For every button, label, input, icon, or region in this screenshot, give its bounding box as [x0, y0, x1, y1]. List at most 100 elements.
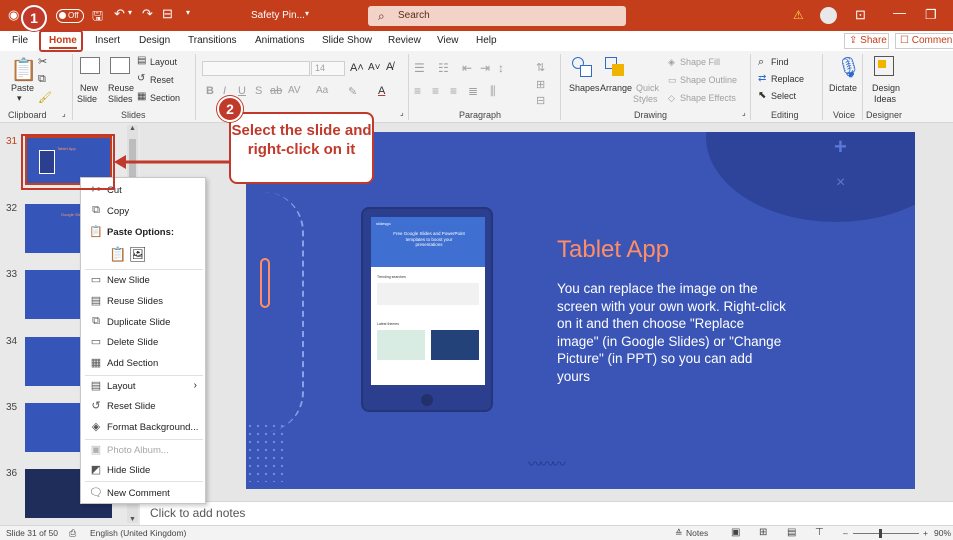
layout-label[interactable]: Layout: [150, 57, 177, 67]
bullets-icon[interactable]: ☰: [414, 61, 425, 75]
select-icon[interactable]: ⬉: [758, 90, 766, 101]
change-case-icon[interactable]: Aa: [316, 85, 328, 96]
undo-dropdown-icon[interactable]: ▾: [128, 8, 132, 17]
align-left-icon[interactable]: ≡: [414, 84, 421, 98]
shape-outline-icon[interactable]: ▭: [668, 75, 677, 86]
menu-item-reset-slide[interactable]: ↺ Reset Slide: [81, 396, 205, 416]
slide-title[interactable]: Tablet App: [557, 236, 669, 264]
find-icon[interactable]: ⌕: [758, 56, 764, 69]
redo-icon[interactable]: ↷: [142, 6, 153, 22]
main-slide[interactable]: + × slidesgo Free Google Slides and Powe…: [246, 132, 915, 489]
shape-outline-label[interactable]: Shape Outline: [680, 75, 737, 85]
bold-icon[interactable]: B: [206, 85, 214, 97]
clear-format-icon[interactable]: A̸: [386, 61, 393, 73]
font-launcher-icon[interactable]: ⌟: [400, 108, 404, 117]
align-text-icon[interactable]: ⊞: [536, 78, 545, 91]
menu-item-reuse-slides[interactable]: ▤ Reuse Slides: [81, 291, 205, 311]
slide-body-text[interactable]: You can replace the image on the screen …: [557, 280, 787, 385]
cut-icon[interactable]: ✂: [38, 55, 47, 68]
ribbon-display-icon[interactable]: ⊡: [855, 7, 866, 23]
tab-review[interactable]: Review: [388, 35, 421, 46]
copy-icon[interactable]: ⧉: [38, 73, 46, 86]
notes-toggle[interactable]: Notes: [686, 528, 708, 538]
paste-button-label[interactable]: Paste: [11, 83, 34, 93]
italic-icon[interactable]: I: [223, 85, 226, 97]
share-button[interactable]: ⇪ Share: [844, 33, 889, 49]
numbering-icon[interactable]: ☷: [438, 61, 449, 75]
quick-styles-label-1[interactable]: Quick: [636, 83, 659, 93]
shape-fill-label[interactable]: Shape Fill: [680, 57, 720, 67]
menu-item-delete-slide[interactable]: ▭ Delete Slide: [81, 332, 205, 352]
tab-help[interactable]: Help: [476, 35, 497, 46]
replace-icon[interactable]: ⇄: [758, 73, 766, 84]
highlight-icon[interactable]: ✎: [348, 85, 357, 98]
tab-view[interactable]: View: [437, 35, 459, 46]
new-slide-label-1[interactable]: New: [80, 83, 98, 93]
tab-animations[interactable]: Animations: [255, 35, 304, 46]
zoom-out-icon[interactable]: –: [843, 528, 848, 538]
shape-effects-icon[interactable]: ◇: [668, 93, 675, 104]
menu-item-duplicate-slide[interactable]: ⧉ Duplicate Slide: [81, 312, 205, 332]
menu-item-hide-slide[interactable]: ◩ Hide Slide: [81, 460, 205, 480]
find-label[interactable]: Find: [771, 57, 789, 67]
normal-view-icon[interactable]: ▣: [731, 527, 740, 538]
shadow-icon[interactable]: S: [255, 85, 262, 97]
font-name-select[interactable]: [202, 61, 310, 76]
grow-font-icon[interactable]: A˄: [350, 62, 364, 74]
save-icon[interactable]: 🖫: [92, 7, 103, 29]
font-size-select[interactable]: 14: [311, 61, 345, 76]
select-label[interactable]: Select: [771, 91, 796, 101]
undo-icon[interactable]: ↶: [114, 6, 125, 22]
zoom-slider-thumb[interactable]: [879, 529, 882, 538]
document-title[interactable]: Safety Pin...: [251, 10, 305, 21]
menu-item-new-slide[interactable]: ▭ New Slide: [81, 270, 205, 290]
layout-icon[interactable]: ▤: [137, 55, 146, 66]
dictate-label[interactable]: Dictate: [829, 83, 857, 93]
avatar[interactable]: [820, 7, 837, 24]
comments-button[interactable]: ☐ Commen: [895, 33, 953, 49]
justify-icon[interactable]: ≣: [468, 84, 478, 98]
reset-icon[interactable]: ↺: [137, 73, 145, 84]
tab-transitions[interactable]: Transitions: [188, 35, 237, 46]
notes-pane[interactable]: Click to add notes: [140, 501, 953, 525]
reuse-label-1[interactable]: Reuse: [108, 83, 134, 93]
spellcheck-icon[interactable]: ⎙: [69, 528, 76, 539]
decrease-indent-icon[interactable]: ⇤: [462, 61, 472, 75]
tab-design[interactable]: Design: [139, 35, 170, 46]
section-label[interactable]: Section: [150, 93, 180, 103]
customize-qat-icon[interactable]: ▾: [186, 8, 190, 17]
restore-icon[interactable]: ❐: [925, 7, 937, 23]
strikethrough-icon[interactable]: ab: [270, 85, 282, 97]
replace-label[interactable]: Replace: [771, 74, 804, 84]
smartart-icon[interactable]: ⊟: [536, 94, 545, 107]
columns-icon[interactable]: ⫼: [490, 84, 496, 99]
menu-item-layout[interactable]: ▤ Layout ›: [81, 376, 205, 396]
align-center-icon[interactable]: ≡: [432, 84, 439, 98]
line-spacing-icon[interactable]: ↕: [498, 61, 504, 75]
design-ideas-label-2[interactable]: Ideas: [874, 94, 896, 104]
arrange-label[interactable]: Arrange: [600, 83, 632, 93]
zoom-in-icon[interactable]: +: [923, 528, 928, 538]
tab-insert[interactable]: Insert: [95, 35, 120, 46]
minimize-icon[interactable]: —: [893, 5, 906, 20]
reading-view-icon[interactable]: ▤: [787, 527, 796, 538]
present-icon[interactable]: ⊟: [162, 6, 173, 22]
paste-dropdown-icon[interactable]: ▾: [17, 93, 22, 104]
shape-fill-icon[interactable]: ◈: [668, 57, 675, 68]
align-right-icon[interactable]: ≡: [450, 84, 457, 98]
warning-icon[interactable]: ⚠: [793, 8, 804, 22]
reuse-slides-icon[interactable]: [110, 57, 130, 74]
new-slide-label-2[interactable]: Slide: [77, 94, 97, 104]
arrange-icon[interactable]: [605, 57, 625, 77]
text-direction-icon[interactable]: ⇅: [536, 61, 545, 74]
tablet-screen-image[interactable]: slidesgo Free Google Slides and PowerPoi…: [371, 217, 485, 385]
shapes-label[interactable]: Shapes: [569, 83, 600, 93]
menu-item-format-background[interactable]: ◈ Format Background...: [81, 417, 205, 437]
char-spacing-icon[interactable]: AV: [288, 85, 301, 96]
slideshow-view-icon[interactable]: ⊤: [815, 527, 824, 538]
shapes-icon[interactable]: [572, 57, 592, 77]
title-dropdown-icon[interactable]: ▾: [305, 9, 309, 18]
shape-effects-label[interactable]: Shape Effects: [680, 93, 736, 103]
quick-styles-label-2[interactable]: Styles: [633, 94, 658, 104]
paste-use-destination-icon[interactable]: 📋: [109, 246, 126, 263]
